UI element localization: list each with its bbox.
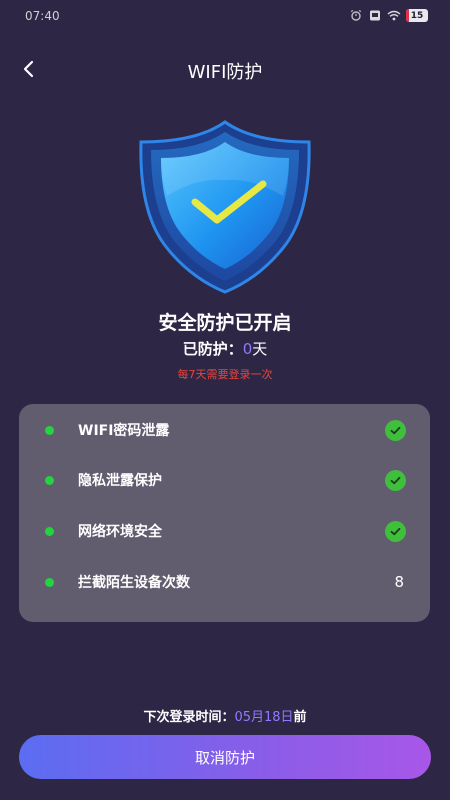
next-login-time: 下次登录时间：05月18日前 bbox=[0, 706, 450, 725]
status-time: 07:40 bbox=[25, 9, 60, 23]
item-label: WIFI密码泄露 bbox=[78, 423, 170, 439]
protected-days-line: 已防护：0天 bbox=[0, 338, 450, 359]
list-item: 隐私泄露保护 bbox=[19, 465, 430, 495]
battery-icon: 15 bbox=[406, 9, 428, 22]
wifi-icon bbox=[387, 10, 401, 21]
battery-level: 15 bbox=[410, 10, 424, 21]
list-item: WIFI密码泄露 bbox=[19, 415, 430, 445]
check-circle-icon bbox=[385, 469, 406, 491]
login-requirement-note: 每7天需要登录一次 bbox=[177, 368, 273, 381]
status-bar: 07:40 15 bbox=[0, 0, 450, 34]
cancel-protection-button[interactable]: 取消防护 bbox=[19, 735, 431, 779]
wifi-protection-screen: 07:40 15 WIFI防护 安全防护已开启 已防护：0天 每7天需要登录一次… bbox=[0, 0, 450, 800]
page-title: WIFI防护 bbox=[187, 62, 263, 83]
protection-checklist-card: WIFI密码泄露 隐私泄露保护 网络环境安全 拦截陌生设备次数 8 bbox=[19, 404, 430, 622]
list-item: 网络环境安全 bbox=[19, 516, 430, 546]
status-dot bbox=[45, 526, 54, 536]
shield-check-icon bbox=[133, 118, 317, 296]
status-dot bbox=[45, 425, 54, 435]
item-label: 隐私泄露保护 bbox=[78, 473, 162, 489]
header: WIFI防护 bbox=[0, 52, 450, 88]
protection-status-title: 安全防护已开启 bbox=[158, 312, 292, 334]
list-item: 拦截陌生设备次数 8 bbox=[19, 567, 430, 597]
cancel-protection-label: 取消防护 bbox=[194, 748, 255, 767]
protected-label: 已防护： bbox=[182, 340, 243, 358]
check-circle-icon bbox=[385, 520, 406, 542]
next-login-label: 下次登录时间： bbox=[143, 710, 235, 725]
blocked-device-count: 8 bbox=[394, 573, 404, 591]
protected-days-count: 0 bbox=[242, 340, 253, 358]
alarm-icon bbox=[350, 10, 362, 21]
next-login-suffix: 前 bbox=[293, 710, 307, 725]
status-icons: 15 bbox=[349, 9, 428, 22]
item-label: 拦截陌生设备次数 bbox=[78, 575, 190, 591]
card-icon bbox=[370, 10, 380, 21]
item-label: 网络环境安全 bbox=[78, 524, 162, 540]
status-dot bbox=[45, 577, 54, 587]
protected-days-unit: 天 bbox=[252, 340, 268, 358]
check-circle-icon bbox=[385, 419, 406, 441]
next-login-date: 05月18日 bbox=[234, 710, 294, 725]
status-dot bbox=[45, 475, 54, 485]
